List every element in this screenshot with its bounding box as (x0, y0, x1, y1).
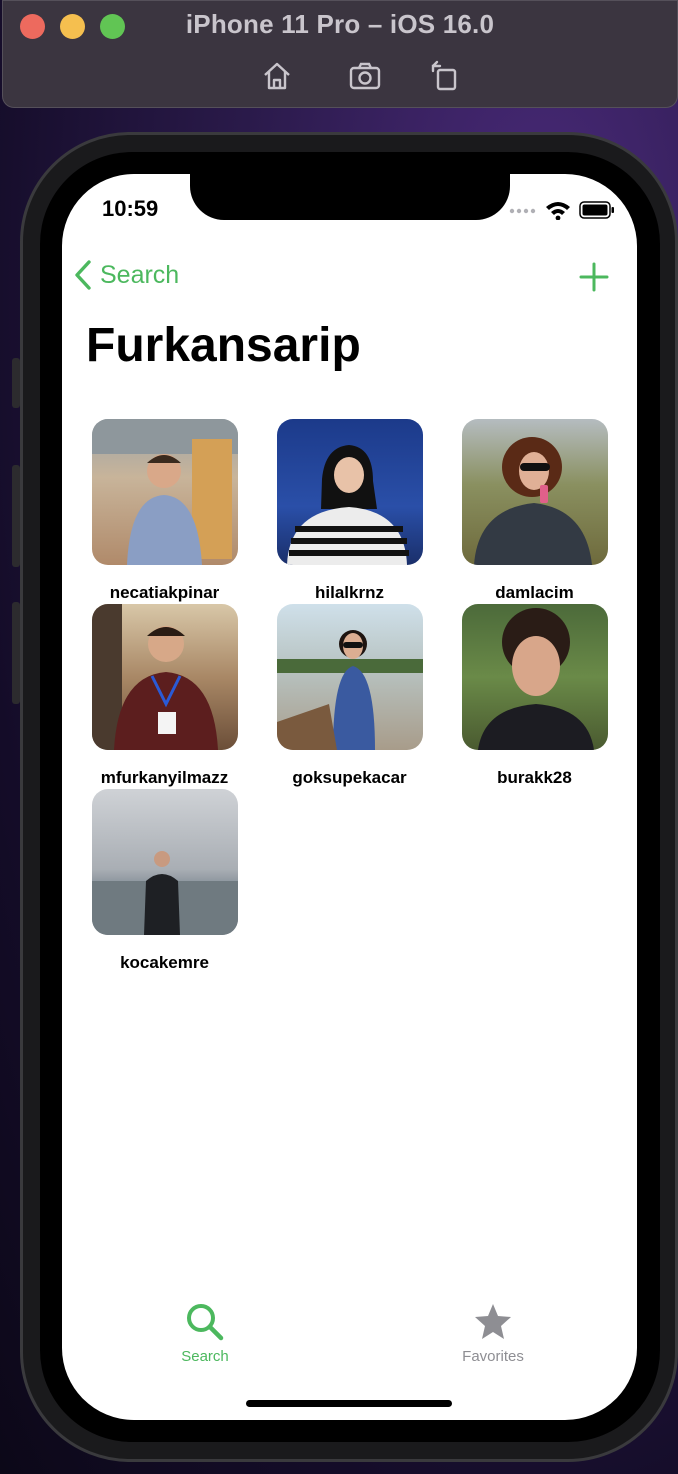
username: kocakemre (120, 953, 209, 972)
user-cell[interactable]: necatiakpinar (72, 419, 257, 603)
user-photo (91, 604, 238, 750)
user-cell[interactable]: damlacim (442, 419, 627, 603)
page-title: Furkansarip (86, 319, 361, 372)
user-photo (461, 604, 608, 750)
user-cell[interactable]: kocakemre (72, 789, 257, 973)
user-cell[interactable]: burakk28 (442, 604, 627, 788)
home-icon[interactable] (260, 59, 294, 93)
username: burakk28 (497, 768, 572, 787)
user-cell[interactable]: goksupekacar (257, 604, 442, 788)
screenshot-icon[interactable] (348, 59, 382, 93)
user-photo (276, 604, 423, 750)
back-button-label: Search (100, 260, 180, 289)
user-photo (461, 419, 608, 565)
mute-switch (12, 358, 20, 408)
notch (190, 174, 510, 220)
username: mfurkanyilmazz (100, 768, 229, 787)
username: hilalkrnz (315, 583, 384, 602)
username: goksupekacar (292, 768, 407, 787)
volume-up-button (12, 465, 20, 567)
plus-icon (579, 262, 609, 292)
volume-down-button (12, 602, 20, 704)
chevron-left-icon (75, 260, 91, 290)
cellular-icon (509, 208, 536, 214)
home-indicator[interactable] (246, 1400, 452, 1407)
username: damlacim (495, 583, 574, 602)
tab-bar: Search Favorites (62, 1302, 637, 1382)
tab-search[interactable]: Search (145, 1302, 265, 1365)
battery-icon (579, 201, 614, 219)
simulator-title-bar: iPhone 11 Pro – iOS 16.0 (2, 0, 678, 108)
user-cell[interactable]: hilalkrnz (257, 419, 442, 603)
user-cell[interactable]: mfurkanyilmazz (72, 604, 257, 788)
star-icon (475, 1304, 511, 1339)
rotate-icon[interactable] (428, 59, 462, 93)
tab-favorites[interactable]: Favorites (433, 1302, 553, 1365)
wifi-icon (546, 202, 570, 220)
back-button[interactable]: Search (74, 260, 179, 290)
tab-search-label: Search (181, 1348, 229, 1365)
add-button[interactable] (579, 262, 609, 292)
user-photo (91, 419, 238, 565)
status-time: 10:59 (102, 196, 159, 221)
phone-screen: 10:59 Search Furkansarip necatiakpinar h… (62, 174, 637, 1420)
user-photo (276, 419, 423, 565)
user-photo (91, 789, 238, 935)
simulator-title: iPhone 11 Pro – iOS 16.0 (185, 9, 495, 39)
search-icon (187, 1304, 224, 1341)
tab-favorites-label: Favorites (462, 1348, 524, 1365)
status-icons (509, 200, 615, 220)
username: necatiakpinar (109, 583, 220, 602)
